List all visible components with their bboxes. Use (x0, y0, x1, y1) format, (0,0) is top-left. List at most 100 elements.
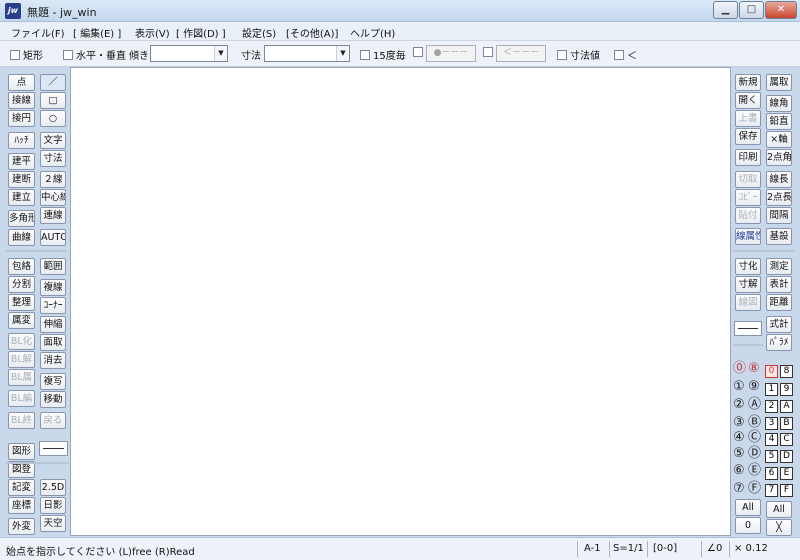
dim-combo[interactable]: ▼ (264, 45, 350, 62)
tool-external-change[interactable]: 外変 (8, 518, 35, 535)
tool-block-release[interactable]: BL解 (8, 351, 35, 368)
menu-help[interactable]: ヘルプ(H) (350, 25, 395, 40)
tool-range[interactable]: 範囲 (40, 258, 66, 275)
tool-block-end[interactable]: BL終 (8, 412, 35, 429)
interval-button[interactable]: 間隔 (766, 207, 792, 224)
menu-file[interactable]: ファイル(F) (11, 25, 65, 40)
two-point-length-button[interactable]: 2点長 (766, 189, 792, 206)
line-type-preview[interactable] (39, 441, 68, 456)
dim-release-button[interactable]: 寸解 (735, 276, 761, 293)
dotted-checkbox[interactable] (413, 47, 423, 57)
layer-group-b[interactable]: Ⓑ (748, 415, 761, 430)
tool-copy[interactable]: 複写 (40, 373, 66, 390)
layer-5[interactable]: 5 (765, 450, 778, 463)
tool-block-attr[interactable]: BL属 (8, 369, 35, 386)
layer-9[interactable]: 9 (780, 383, 793, 396)
layer-group-9[interactable]: ⑨ (748, 379, 760, 394)
layer-group-5[interactable]: ⑤ (733, 446, 745, 461)
attr-pick-button[interactable]: 属取 (766, 74, 792, 91)
layer-group-7[interactable]: ⑦ (733, 481, 745, 496)
tool-double-line[interactable]: ２線 (40, 171, 66, 188)
layer-group-all-button[interactable]: All (735, 499, 761, 516)
layer-c[interactable]: C (780, 433, 793, 446)
line-angle-button[interactable]: 線角 (766, 95, 792, 112)
tool-stretch[interactable]: 伸縮 (40, 316, 66, 333)
tool-arrange[interactable]: 整理 (8, 294, 35, 311)
layer-group-f[interactable]: Ⓕ (748, 481, 761, 496)
layer-group-current[interactable]: 0 (735, 517, 761, 534)
arrow-checkbox[interactable] (483, 47, 493, 57)
file-new-button[interactable]: 新規 (735, 74, 761, 91)
maximize-button[interactable]: □ (739, 1, 764, 19)
line-length-button[interactable]: 線長 (766, 171, 792, 188)
menu-other[interactable]: [その他(A)] (286, 25, 338, 40)
deg15-checkbox[interactable] (360, 50, 370, 60)
slope-combo[interactable]: ▼ (150, 45, 228, 62)
layer-group-3[interactable]: ③ (733, 415, 745, 430)
tool-line[interactable]: ／ (40, 74, 66, 91)
dim-make-button[interactable]: 寸化 (735, 258, 761, 275)
tool-elevation[interactable]: 建立 (8, 189, 35, 206)
tool-text[interactable]: 文字 (40, 132, 66, 149)
tool-curve[interactable]: 曲線 (8, 229, 35, 246)
status-scale[interactable]: S=1/1 (613, 543, 644, 554)
minimize-button[interactable]: ▁ (713, 1, 738, 19)
layer-a[interactable]: A (780, 400, 793, 413)
layer-group-e[interactable]: Ⓔ (748, 463, 761, 478)
tool-erase[interactable]: 消去 (40, 352, 66, 369)
menu-view[interactable]: 表示(V) (135, 25, 170, 40)
file-open-button[interactable]: 開く (735, 92, 761, 109)
table-calc-button[interactable]: 表計 (766, 276, 792, 293)
layer-group-d[interactable]: Ⓓ (748, 446, 761, 461)
rect-option[interactable]: 矩形 (10, 47, 43, 62)
tool-offset-line[interactable]: 複線 (40, 279, 66, 296)
dim-figure-button[interactable]: 線図 (735, 294, 761, 311)
layer-1[interactable]: 1 (765, 383, 778, 396)
layer-d[interactable]: D (780, 450, 793, 463)
layer-7[interactable]: 7 (765, 484, 778, 497)
tool-circle[interactable]: ○ (40, 110, 66, 127)
tool-tangent-circle[interactable]: 接円 (8, 110, 35, 127)
arrow-line-button[interactable]: ＜－－－ (496, 45, 546, 62)
dimval-option[interactable]: 寸法値 (557, 47, 600, 62)
two-point-angle-button[interactable]: 2点角 (766, 149, 792, 166)
layer-group-0[interactable]: ⓪ (733, 361, 746, 376)
line-attr-button[interactable]: 線属性 (735, 228, 761, 245)
layer-all-button[interactable]: All (766, 501, 792, 518)
layer-group-a[interactable]: Ⓐ (748, 397, 761, 412)
tool-chamfer[interactable]: 面取 (40, 334, 66, 351)
layer-group-6[interactable]: ⑥ (733, 463, 745, 478)
vertical-button[interactable]: 鉛直 (766, 113, 792, 130)
tool-rectangle[interactable]: □ (40, 92, 66, 109)
layer-8[interactable]: 8 (780, 365, 793, 378)
tool-attr-change[interactable]: 属変 (8, 312, 35, 329)
base-set-button[interactable]: 基設 (766, 228, 792, 245)
status-angle[interactable]: ∠0 (707, 543, 722, 554)
file-overwrite-button[interactable]: 上書 (735, 110, 761, 127)
layer-group-1[interactable]: ① (733, 379, 745, 394)
tool-shadow[interactable]: 日影 (40, 497, 66, 514)
tool-section[interactable]: 建断 (8, 171, 35, 188)
layer-e[interactable]: E (780, 467, 793, 480)
menu-settings[interactable]: 設定(S) (242, 25, 276, 40)
tool-block-edit[interactable]: BL編 (8, 390, 35, 407)
arrow-checkbox-wrap[interactable] (483, 47, 496, 59)
layer-group-4[interactable]: ④ (733, 430, 745, 445)
tool-hatch[interactable]: ﾊｯﾁ (8, 132, 35, 149)
drawing-canvas[interactable] (70, 67, 731, 536)
close-button[interactable]: ✕ (765, 1, 797, 19)
hv-option[interactable]: 水平・垂直 (63, 47, 126, 62)
copy-button[interactable]: ｺﾋﾟｰ (735, 189, 761, 206)
tool-figure[interactable]: 図形 (8, 443, 35, 460)
tool-tangent[interactable]: 接線 (8, 92, 35, 109)
lt-option[interactable]: ＜ (614, 47, 637, 62)
file-save-button[interactable]: 保存 (735, 128, 761, 145)
layer-f[interactable]: F (780, 484, 793, 497)
tool-center-line[interactable]: 中心線 (40, 189, 66, 206)
tool-auto[interactable]: AUTO (40, 229, 66, 246)
status-layer[interactable]: [0-0] (653, 543, 677, 554)
tool-polygon[interactable]: 多角形 (8, 210, 35, 227)
tool-envelope[interactable]: 包絡 (8, 258, 35, 275)
measure-button[interactable]: 測定 (766, 258, 792, 275)
tool-plan[interactable]: 建平 (8, 153, 35, 170)
